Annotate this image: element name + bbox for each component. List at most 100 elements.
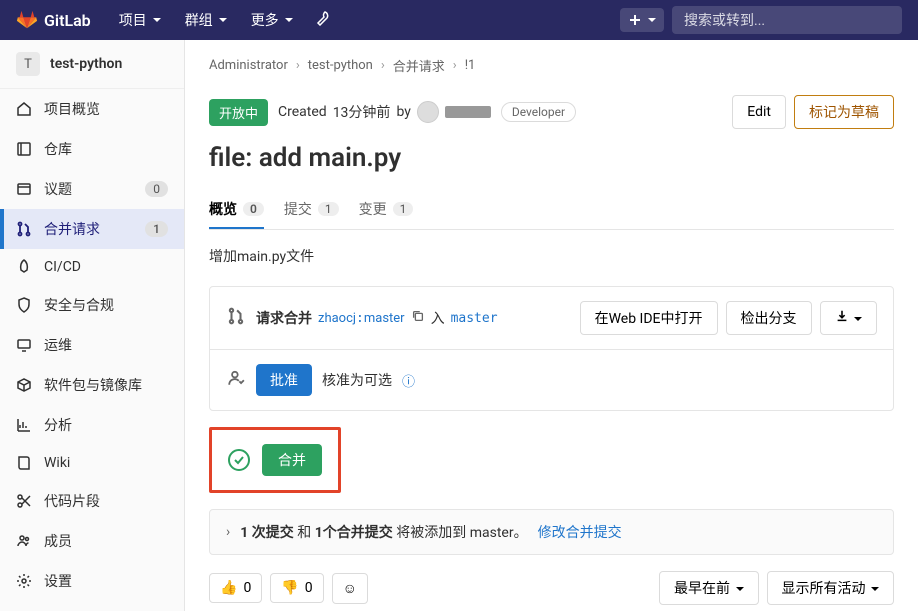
sidebar-item-cicd[interactable]: CI/CD (0, 249, 184, 285)
crumb-id[interactable]: !1 (465, 58, 476, 73)
thumbs-up-icon: 👍 (220, 580, 237, 596)
nav-groups[interactable]: 群组 (173, 10, 239, 30)
rocket-icon (16, 259, 32, 275)
sidebar-item-security[interactable]: 安全与合规 (0, 285, 184, 325)
tab-commits[interactable]: 提交 1 (284, 189, 339, 229)
tanuki-icon (16, 9, 38, 31)
main-content: Administrator › test-python › 合并请求 › !1 … (185, 40, 918, 611)
gear-icon (16, 573, 32, 589)
download-button[interactable] (820, 301, 877, 335)
chevron-down-icon (869, 581, 879, 597)
breadcrumb: Administrator › test-python › 合并请求 › !1 (209, 56, 894, 75)
chevron-down-icon (151, 12, 161, 28)
smiley-icon: ☺ (343, 580, 357, 597)
home-icon (16, 101, 32, 117)
author-name-redacted (445, 106, 491, 118)
sidebar-item-wiki[interactable]: Wiki (0, 445, 184, 481)
chevron-right-icon[interactable]: › (226, 524, 230, 540)
edit-button[interactable]: Edit (732, 95, 786, 129)
sidebar-item-packages[interactable]: 软件包与镜像库 (0, 365, 184, 405)
merge-widget: 请求合并 zhaocj:master 入 master 在Web IDE中打开 … (209, 286, 894, 411)
sort-button[interactable]: 最早在前 (659, 571, 758, 605)
chart-icon (16, 417, 32, 433)
merge-box: 合并 (209, 427, 341, 493)
status-badge: 开放中 (209, 99, 268, 126)
approval-row: 批准 核准为可选 ⓘ (210, 350, 893, 410)
open-ide-button[interactable]: 在Web IDE中打开 (580, 301, 718, 335)
sidebar-item-settings[interactable]: 设置 (0, 561, 184, 601)
admin-wrench-icon[interactable] (305, 10, 341, 30)
new-dropdown[interactable] (620, 8, 664, 32)
approval-text: 核准为可选 (322, 370, 392, 390)
search-input[interactable]: 搜索或转到... (672, 6, 902, 34)
mark-draft-button[interactable]: 标记为草稿 (794, 95, 894, 129)
add-reaction-button[interactable]: ☺ (332, 573, 368, 604)
monitor-icon (16, 337, 32, 353)
sidebar-item-members[interactable]: 成员 (0, 521, 184, 561)
thumbs-down-button[interactable]: 👎0 (270, 573, 323, 603)
shield-icon (16, 297, 32, 313)
package-icon (16, 377, 32, 393)
chevron-down-icon (283, 12, 293, 28)
edit-merge-commit-link[interactable]: 修改合并提交 (538, 522, 622, 542)
copy-icon[interactable] (411, 309, 425, 327)
scissors-icon (16, 493, 32, 509)
gitlab-logo[interactable]: GitLab (16, 9, 91, 31)
activity-filter-button[interactable]: 显示所有活动 (767, 571, 894, 605)
download-icon (835, 309, 849, 323)
mr-title: file: add main.py (209, 143, 894, 173)
chevron-right-icon: › (296, 58, 300, 73)
sidebar-item-overview[interactable]: 项目概览 (0, 89, 184, 129)
book-icon (16, 455, 32, 471)
role-badge: Developer (501, 102, 576, 122)
merge-button[interactable]: 合并 (262, 444, 322, 476)
crumb-mr[interactable]: 合并请求 (393, 56, 445, 75)
sidebar-item-snippets[interactable]: 代码片段 (0, 481, 184, 521)
sidebar-item-merge-requests[interactable]: 合并请求 1 (0, 209, 184, 249)
sidebar-item-issues[interactable]: 议题 0 (0, 169, 184, 209)
chevron-down-icon (646, 12, 656, 28)
merge-request-icon (16, 221, 32, 237)
mr-header: 开放中 Created 13分钟前 by Developer Edit 标记为草… (209, 95, 894, 129)
chevron-down-icon (734, 581, 744, 597)
chevron-down-icon (852, 311, 862, 327)
issues-icon (16, 181, 32, 197)
approve-button[interactable]: 批准 (256, 364, 312, 396)
chevron-right-icon: › (381, 58, 385, 73)
chevron-down-icon (217, 12, 227, 28)
thumbs-up-button[interactable]: 👍0 (209, 573, 262, 603)
nav-projects[interactable]: 项目 (107, 10, 173, 30)
sidebar-item-repository[interactable]: 仓库 (0, 129, 184, 169)
crumb-project[interactable]: test-python (308, 58, 373, 73)
merge-icon (226, 307, 246, 329)
author-avatar[interactable] (417, 101, 439, 123)
chevron-right-icon: › (453, 58, 457, 73)
users-icon (16, 533, 32, 549)
issues-count-badge: 0 (145, 181, 168, 197)
checkout-button[interactable]: 检出分支 (726, 301, 812, 335)
source-branch[interactable]: zhaocj:master (318, 311, 405, 326)
repository-icon (16, 141, 32, 157)
help-icon[interactable]: ⓘ (402, 371, 415, 390)
sidebar-item-analytics[interactable]: 分析 (0, 405, 184, 445)
project-header[interactable]: T test-python (0, 40, 184, 89)
crumb-admin[interactable]: Administrator (209, 58, 288, 73)
project-name: test-python (50, 56, 122, 72)
branch-info: 请求合并 zhaocj:master 入 master (256, 308, 498, 328)
nav-more[interactable]: 更多 (239, 10, 305, 30)
tab-overview[interactable]: 概览 0 (209, 189, 264, 229)
tab-changes[interactable]: 变更 1 (359, 189, 414, 229)
check-circle-icon (228, 449, 250, 471)
mr-meta: Created 13分钟前 by (278, 101, 491, 123)
approver-icon (226, 369, 246, 391)
mr-count-badge: 1 (145, 221, 168, 237)
mr-description: 增加main.py文件 (209, 246, 894, 266)
sidebar-item-operations[interactable]: 运维 (0, 325, 184, 365)
target-branch[interactable]: master (451, 311, 498, 326)
project-avatar: T (16, 52, 40, 76)
reaction-row: 👍0 👎0 ☺ 最早在前 显示所有活动 (209, 571, 894, 605)
sidebar: T test-python 项目概览 仓库 议题 0 合并请求 1 CI/CD … (0, 40, 185, 611)
branch-row: 请求合并 zhaocj:master 入 master 在Web IDE中打开 … (210, 287, 893, 350)
commit-summary: › 1 次提交 和 1个合并提交 将被添加到 master。 修改合并提交 (209, 509, 894, 555)
brand-text: GitLab (44, 11, 91, 30)
